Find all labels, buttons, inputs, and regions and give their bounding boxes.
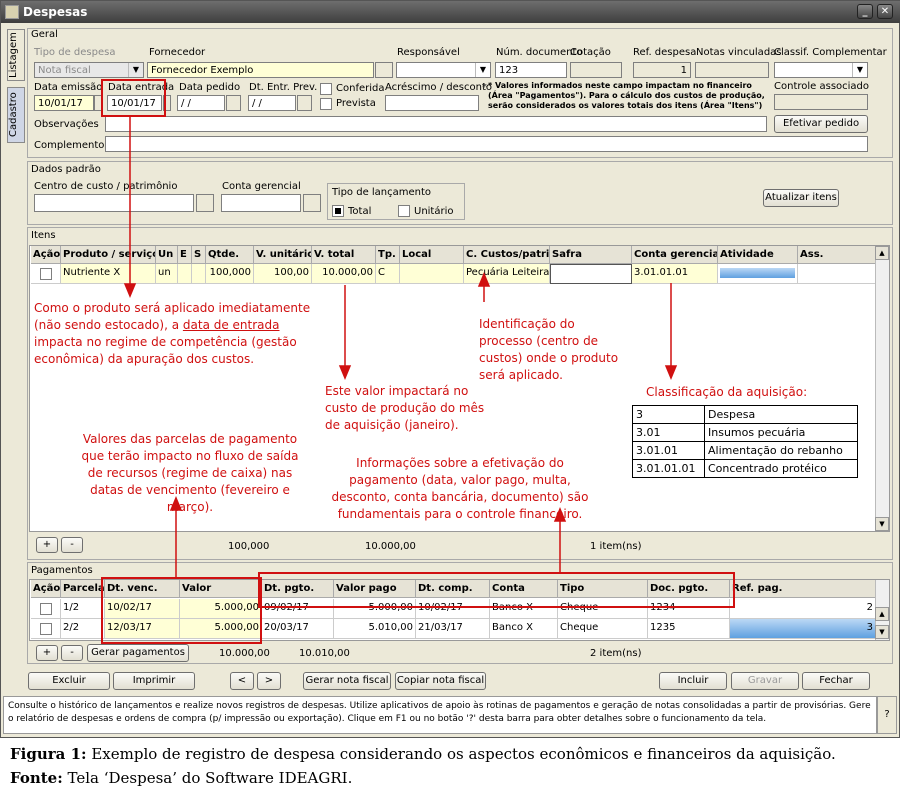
annotation-centro-custos: Identificação do processo (centro de cus… [479,317,619,382]
classif-cell: 3.01 [632,423,705,442]
caption-figura-text: Exemplo de registro de despesa considera… [86,745,836,763]
classif-cell: Concentrado protéico [704,459,858,478]
annotation-efetivacao: Informações sobre a efetivação do pagame… [331,456,589,521]
caption-figura: Figura 1: [10,745,87,763]
classif-cell: Insumos pecuária [704,423,858,442]
classif-row: 3 Despesa [632,405,858,424]
classif-cell: Despesa [704,405,858,424]
classif-cell: 3 [632,405,705,424]
caption-fonte: Fonte: [10,769,63,787]
classif-row: 3.01.01.01 Concentrado protéico [632,459,858,478]
classif-cell: Alimentação do rebanho [704,441,858,460]
classif-cell: 3.01.01.01 [632,459,705,478]
caption-fonte-text: Tela ‘Despesa’ do Software IDEAGRI. [62,769,353,787]
classificacao-table: 3 Despesa 3.01 Insumos pecuária 3.01.01 Alime… [632,405,858,478]
annotation-parcelas: Valores das parcelas de pagamento que te… [81,432,299,514]
annotation-arrows [123,117,678,577]
annotation-data-entrada: Como o produto será aplicado imediatamen… [34,301,311,366]
figure-caption: Figura 1: Exemplo de registro de despesa… [10,742,836,790]
annotation-valor-total: Este valor impactará no custo de produçã… [325,384,485,432]
annotation-classificacao: Classificação da aquisição: [646,385,808,399]
classif-cell: 3.01.01 [632,441,705,460]
classif-row: 3.01.01 Alimentação do rebanho [632,441,858,460]
classif-row: 3.01 Insumos pecuária [632,423,858,442]
